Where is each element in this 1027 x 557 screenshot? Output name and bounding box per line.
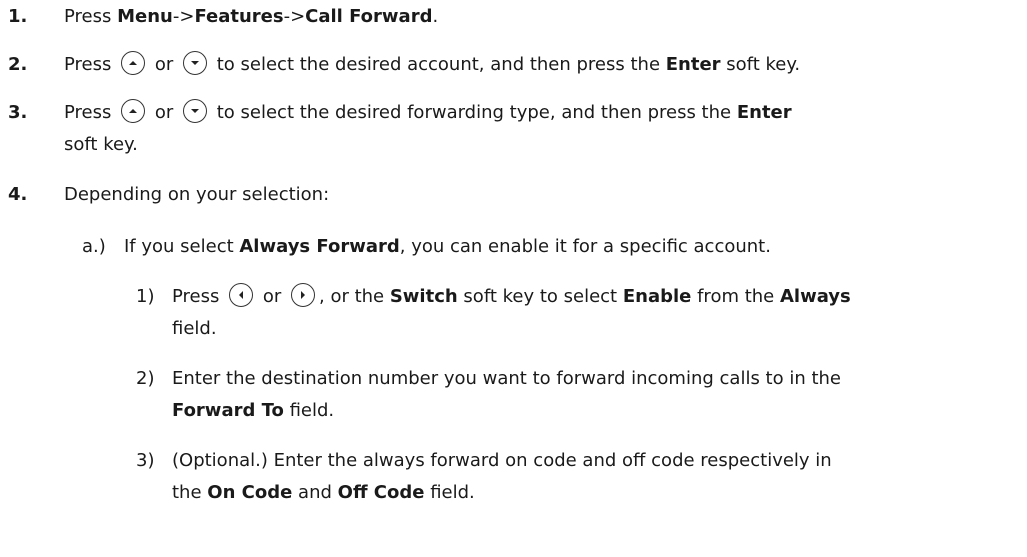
item-2-end: field. [283,400,335,421]
step-4-text: Depending on your selection: [64,184,330,205]
item-1-mid: , or the [319,286,390,307]
step-3-text: Press or to select the desired forwardin… [64,99,792,126]
item-3-continuation: the On Code and Off Code field. [172,480,475,506]
up-arrow-key-icon [121,51,146,75]
down-arrow-key-icon [183,51,207,75]
item-3-number: 3) [136,450,155,471]
item-3-end: field. [424,482,475,503]
step-3-mid: to select the desired forwarding type, a… [216,102,737,123]
item-1-or: or [262,286,282,307]
item-1-mid-3: from the [691,286,780,307]
sub-a-always-forward: Always Forward [239,236,400,257]
item-1-always: Always [779,286,851,307]
step-1-sep-1: -> [172,6,195,27]
sub-a-end: , you can enable it for a specific accou… [399,236,771,257]
item-1-continuation: field. [172,318,217,339]
item-2-text: Enter the destination number you want to… [172,368,842,389]
step-1-call-forward: Call Forward [305,6,433,27]
step-2-mid: to select the desired account, and then … [216,54,666,75]
item-3-pre: the [172,482,208,503]
sub-a-pre: If you select [124,236,240,257]
item-3-off-code: Off Code [337,482,425,503]
step-3-enter: Enter [736,102,792,123]
down-arrow-key-icon [183,99,207,123]
item-1-text: Press or , or the Switch soft key to sel… [172,283,851,310]
step-3-or: or [154,102,174,123]
item-1-enable: Enable [622,286,692,307]
item-3-on-code: On Code [207,482,293,503]
item-1-mid-2: soft key to select [457,286,623,307]
item-1-switch: Switch [389,286,458,307]
step-1-text: Press Menu->Features->Call Forward. [64,4,438,30]
left-arrow-key-icon [229,283,254,307]
step-1-features: Features [194,6,284,27]
item-3-mid: and [292,482,338,503]
step-1-sep-2: -> [283,6,306,27]
item-2-number: 2) [136,368,155,389]
item-2-forward-to: Forward To [172,400,284,421]
step-3-continuation: soft key. [64,134,138,155]
item-3-text: (Optional.) Enter the always forward on … [172,450,832,471]
step-2-end: soft key. [720,54,801,75]
step-1-pre: Press [64,6,118,27]
item-1-number: 1) [136,286,155,307]
step-2-or: or [154,54,174,75]
step-1-end: . [432,6,439,27]
step-2-pre: Press [64,54,112,75]
step-3-number: 3. [8,102,28,123]
sub-a-label: a.) [82,236,106,257]
up-arrow-key-icon [121,99,146,123]
step-3-pre: Press [64,102,112,123]
step-2-enter: Enter [665,54,721,75]
step-2-number: 2. [8,54,28,75]
sub-a-text: If you select Always Forward, you can en… [124,234,771,260]
step-4-number: 4. [8,184,28,205]
right-arrow-key-icon [291,283,315,307]
item-2-continuation: Forward To field. [172,398,334,424]
step-1-menu: Menu [117,6,173,27]
step-2-text: Press or to select the desired account, … [64,51,801,78]
step-1-number: 1. [8,6,28,27]
item-1-pre: Press [172,286,220,307]
